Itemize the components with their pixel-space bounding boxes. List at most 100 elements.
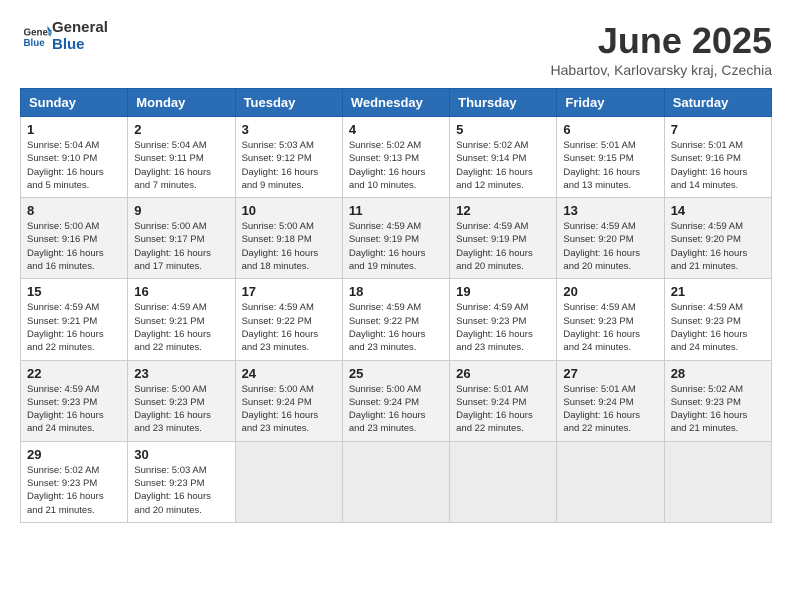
day-number: 6 — [563, 122, 657, 137]
day-info: Sunrise: 4:59 AMSunset: 9:22 PMDaylight:… — [242, 301, 336, 354]
day-cell-1: 1 Sunrise: 5:04 AMSunset: 9:10 PMDaylight… — [21, 117, 128, 198]
day-cell-25: 25Sunrise: 5:00 AMSunset: 9:24 PMDayligh… — [342, 360, 449, 441]
day-info: Sunrise: 4:59 AMSunset: 9:21 PMDaylight:… — [134, 301, 228, 354]
day-number: 26 — [456, 366, 550, 381]
day-number: 17 — [242, 284, 336, 299]
logo-blue: Blue — [52, 37, 108, 54]
day-number: 23 — [134, 366, 228, 381]
day-number: 11 — [349, 203, 443, 218]
day-number: 29 — [27, 447, 121, 462]
weekday-header-row: SundayMondayTuesdayWednesdayThursdayFrid… — [21, 89, 772, 117]
week-row-5: 29 Sunrise: 5:02 AMSunset: 9:23 PMDayligh… — [21, 441, 772, 522]
day-info: Sunrise: 5:00 AMSunset: 9:18 PMDaylight:… — [242, 220, 336, 273]
day-info: Sunrise: 5:04 AMSunset: 9:10 PMDaylight:… — [27, 139, 121, 192]
day-cell-17: 17 Sunrise: 4:59 AMSunset: 9:22 PMDayligh… — [235, 279, 342, 360]
logo: General Blue General Blue — [20, 20, 108, 53]
day-number: 20 — [563, 284, 657, 299]
day-info: Sunrise: 5:01 AMSunset: 9:16 PMDaylight:… — [671, 139, 765, 192]
day-number: 8 — [27, 203, 121, 218]
day-number: 10 — [242, 203, 336, 218]
day-cell-21: 21Sunrise: 4:59 AMSunset: 9:23 PMDayligh… — [664, 279, 771, 360]
day-cell-5: 5 Sunrise: 5:02 AMSunset: 9:14 PMDaylight… — [450, 117, 557, 198]
day-info: Sunrise: 4:59 AMSunset: 9:20 PMDaylight:… — [671, 220, 765, 273]
day-number: 15 — [27, 284, 121, 299]
day-cell-20: 20Sunrise: 4:59 AMSunset: 9:23 PMDayligh… — [557, 279, 664, 360]
day-cell-13: 13 Sunrise: 4:59 AMSunset: 9:20 PMDayligh… — [557, 198, 664, 279]
day-info: Sunrise: 4:59 AMSunset: 9:19 PMDaylight:… — [349, 220, 443, 273]
day-number: 12 — [456, 203, 550, 218]
day-cell-30: 30 Sunrise: 5:03 AMSunset: 9:23 PMDayligh… — [128, 441, 235, 522]
day-cell-16: 16 Sunrise: 4:59 AMSunset: 9:21 PMDayligh… — [128, 279, 235, 360]
day-cell-15: 15 Sunrise: 4:59 AMSunset: 9:21 PMDayligh… — [21, 279, 128, 360]
day-cell-22: 22Sunrise: 4:59 AMSunset: 9:23 PMDayligh… — [21, 360, 128, 441]
day-info: Sunrise: 4:59 AMSunset: 9:19 PMDaylight:… — [456, 220, 550, 273]
day-info: Sunrise: 5:03 AMSunset: 9:12 PMDaylight:… — [242, 139, 336, 192]
day-info: Sunrise: 5:00 AMSunset: 9:16 PMDaylight:… — [27, 220, 121, 273]
header: General Blue General Blue June 2025 Haba… — [20, 20, 772, 78]
weekday-header-thursday: Thursday — [450, 89, 557, 117]
day-cell-6: 6 Sunrise: 5:01 AMSunset: 9:15 PMDaylight… — [557, 117, 664, 198]
day-info: Sunrise: 5:01 AMSunset: 9:24 PMDaylight:… — [456, 383, 550, 436]
day-info: Sunrise: 4:59 AMSunset: 9:20 PMDaylight:… — [563, 220, 657, 273]
day-number: 19 — [456, 284, 550, 299]
day-cell-24: 24 Sunrise: 5:00 AMSunset: 9:24 PMDayligh… — [235, 360, 342, 441]
empty-cell — [342, 441, 449, 522]
weekday-header-tuesday: Tuesday — [235, 89, 342, 117]
day-cell-29: 29 Sunrise: 5:02 AMSunset: 9:23 PMDayligh… — [21, 441, 128, 522]
day-number: 18 — [349, 284, 443, 299]
day-cell-3: 3 Sunrise: 5:03 AMSunset: 9:12 PMDaylight… — [235, 117, 342, 198]
day-cell-23: 23 Sunrise: 5:00 AMSunset: 9:23 PMDayligh… — [128, 360, 235, 441]
day-info: Sunrise: 4:59 AMSunset: 9:23 PMDaylight:… — [456, 301, 550, 354]
day-number: 28 — [671, 366, 765, 381]
week-row-3: 15 Sunrise: 4:59 AMSunset: 9:21 PMDayligh… — [21, 279, 772, 360]
day-info: Sunrise: 5:01 AMSunset: 9:15 PMDaylight:… — [563, 139, 657, 192]
day-number: 2 — [134, 122, 228, 137]
day-number: 1 — [27, 122, 121, 137]
day-info: Sunrise: 5:04 AMSunset: 9:11 PMDaylight:… — [134, 139, 228, 192]
day-number: 13 — [563, 203, 657, 218]
day-info: Sunrise: 5:02 AMSunset: 9:13 PMDaylight:… — [349, 139, 443, 192]
day-info: Sunrise: 4:59 AMSunset: 9:22 PMDaylight:… — [349, 301, 443, 354]
day-info: Sunrise: 5:02 AMSunset: 9:23 PMDaylight:… — [671, 383, 765, 436]
day-info: Sunrise: 4:59 AMSunset: 9:23 PMDaylight:… — [27, 383, 121, 436]
svg-text:Blue: Blue — [24, 38, 46, 49]
day-number: 5 — [456, 122, 550, 137]
day-cell-26: 26 Sunrise: 5:01 AMSunset: 9:24 PMDayligh… — [450, 360, 557, 441]
day-number: 30 — [134, 447, 228, 462]
day-number: 24 — [242, 366, 336, 381]
day-info: Sunrise: 4:59 AMSunset: 9:23 PMDaylight:… — [671, 301, 765, 354]
day-number: 3 — [242, 122, 336, 137]
day-info: Sunrise: 5:00 AMSunset: 9:24 PMDaylight:… — [349, 383, 443, 436]
day-info: Sunrise: 5:02 AMSunset: 9:14 PMDaylight:… — [456, 139, 550, 192]
day-info: Sunrise: 5:00 AMSunset: 9:24 PMDaylight:… — [242, 383, 336, 436]
day-number: 14 — [671, 203, 765, 218]
day-number: 27 — [563, 366, 657, 381]
day-cell-7: 7 Sunrise: 5:01 AMSunset: 9:16 PMDaylight… — [664, 117, 771, 198]
day-cell-2: 2 Sunrise: 5:04 AMSunset: 9:11 PMDaylight… — [128, 117, 235, 198]
month-title: June 2025 — [551, 20, 772, 62]
empty-cell — [235, 441, 342, 522]
day-cell-18: 18 Sunrise: 4:59 AMSunset: 9:22 PMDayligh… — [342, 279, 449, 360]
day-info: Sunrise: 5:03 AMSunset: 9:23 PMDaylight:… — [134, 464, 228, 517]
day-cell-10: 10 Sunrise: 5:00 AMSunset: 9:18 PMDayligh… — [235, 198, 342, 279]
weekday-header-friday: Friday — [557, 89, 664, 117]
calendar: SundayMondayTuesdayWednesdayThursdayFrid… — [20, 88, 772, 523]
day-number: 7 — [671, 122, 765, 137]
day-cell-19: 19 Sunrise: 4:59 AMSunset: 9:23 PMDayligh… — [450, 279, 557, 360]
day-info: Sunrise: 5:00 AMSunset: 9:23 PMDaylight:… — [134, 383, 228, 436]
day-cell-14: 14 Sunrise: 4:59 AMSunset: 9:20 PMDayligh… — [664, 198, 771, 279]
day-number: 4 — [349, 122, 443, 137]
empty-cell — [450, 441, 557, 522]
day-info: Sunrise: 5:02 AMSunset: 9:23 PMDaylight:… — [27, 464, 121, 517]
day-info: Sunrise: 4:59 AMSunset: 9:21 PMDaylight:… — [27, 301, 121, 354]
day-number: 16 — [134, 284, 228, 299]
logo-icon: General Blue — [22, 22, 52, 52]
weekday-header-monday: Monday — [128, 89, 235, 117]
day-cell-12: 12 Sunrise: 4:59 AMSunset: 9:19 PMDayligh… — [450, 198, 557, 279]
day-cell-4: 4 Sunrise: 5:02 AMSunset: 9:13 PMDaylight… — [342, 117, 449, 198]
week-row-2: 8 Sunrise: 5:00 AMSunset: 9:16 PMDaylight… — [21, 198, 772, 279]
week-row-4: 22Sunrise: 4:59 AMSunset: 9:23 PMDayligh… — [21, 360, 772, 441]
weekday-header-sunday: Sunday — [21, 89, 128, 117]
week-row-1: 1 Sunrise: 5:04 AMSunset: 9:10 PMDaylight… — [21, 117, 772, 198]
day-cell-8: 8 Sunrise: 5:00 AMSunset: 9:16 PMDaylight… — [21, 198, 128, 279]
